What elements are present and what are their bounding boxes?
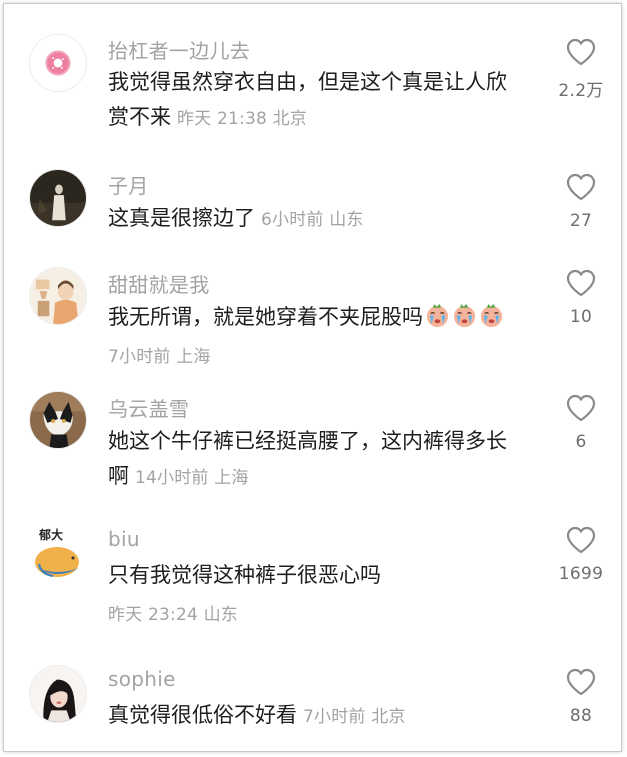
- comment-text-line: 赏不来 昨天 21:38 北京: [108, 100, 548, 137]
- comment-text: 我无所谓，就是她穿着不夹屁股吗: [108, 300, 548, 335]
- heart-icon[interactable]: [566, 38, 596, 66]
- comment-text: 她这个牛仔裤已经挺高腰了，这内裤得多长 啊 14小时前 上海: [108, 424, 548, 496]
- comment-meta: 6小时前 山东: [261, 210, 364, 230]
- like-count: 27: [569, 211, 593, 231]
- comment-text: 真觉得很低俗不好看 7小时前 北京: [108, 698, 548, 735]
- like-count: 6: [575, 432, 587, 452]
- portrait-avatar[interactable]: [29, 665, 87, 723]
- cartoon-avatar[interactable]: 郁大: [29, 524, 87, 582]
- like-button[interactable]: 88: [551, 668, 611, 726]
- comment-text-line: 我觉得虽然穿衣自由，但是这个真是让人欣: [108, 70, 507, 94]
- comment-text-line: 真觉得很低俗不好看: [108, 703, 297, 727]
- comment-meta: 14小时前 上海: [135, 468, 249, 488]
- like-count: 88: [569, 706, 593, 726]
- comment-text-line: 啊 14小时前 上海: [108, 459, 548, 496]
- username[interactable]: 抬杠者一边儿去: [108, 35, 250, 64]
- username[interactable]: 甜甜就是我: [108, 269, 210, 298]
- heart-icon[interactable]: [566, 526, 596, 554]
- dark-photo-avatar[interactable]: [29, 169, 87, 227]
- heart-icon[interactable]: [566, 394, 596, 422]
- crying-face-emoji-icon: [426, 303, 449, 328]
- username[interactable]: 乌云盖雪: [108, 393, 189, 422]
- comment-meta: 昨天 23:24 山东: [108, 605, 238, 625]
- like-count: 1699: [558, 564, 604, 584]
- comment-text: 我觉得虽然穿衣自由，但是这个真是让人欣 赏不来 昨天 21:38 北京: [108, 65, 548, 137]
- comment-meta: 昨天 21:38 北京: [177, 109, 307, 129]
- comment-meta: 7小时前 北京: [303, 707, 406, 727]
- comment-meta: 7小时前 上海: [108, 347, 211, 367]
- donut-avatar[interactable]: [29, 34, 87, 92]
- cat-avatar[interactable]: [29, 391, 87, 449]
- like-count: 10: [569, 307, 593, 327]
- username[interactable]: 子月: [108, 170, 149, 199]
- heart-icon[interactable]: [566, 269, 596, 297]
- like-button[interactable]: 6: [551, 394, 611, 452]
- illustration-avatar[interactable]: [29, 267, 87, 325]
- comment-text-tail: 啊: [108, 464, 129, 488]
- comment-text-line: 这真是很擦边了: [108, 206, 255, 230]
- heart-icon[interactable]: [566, 668, 596, 696]
- username[interactable]: sophie: [108, 667, 176, 691]
- comment-list: 抬杠者一边儿去 我觉得虽然穿衣自由，但是这个真是让人欣 赏不来 昨天 21:38 …: [3, 3, 622, 752]
- like-button[interactable]: 10: [551, 269, 611, 327]
- like-count: 2.2万: [558, 81, 604, 101]
- comment-text-line: 她这个牛仔裤已经挺高腰了，这内裤得多长: [108, 429, 507, 453]
- username[interactable]: biu: [108, 527, 140, 551]
- comment-text: 只有我觉得这种裤子很恶心吗: [108, 558, 548, 593]
- heart-icon[interactable]: [566, 173, 596, 201]
- comment-text-tail: 赏不来: [108, 105, 171, 129]
- like-button[interactable]: 2.2万: [551, 38, 611, 101]
- crying-face-emoji-icon: [480, 303, 503, 328]
- like-button[interactable]: 1699: [551, 526, 611, 584]
- like-button[interactable]: 27: [551, 173, 611, 231]
- avatar-label: 郁大: [39, 528, 64, 542]
- comment-text-line: 只有我觉得这种裤子很恶心吗: [108, 563, 381, 587]
- comment-text-line: 我无所谓，就是她穿着不夹屁股吗: [108, 305, 423, 329]
- comment-text: 这真是很擦边了 6小时前 山东: [108, 201, 548, 238]
- crying-face-emoji-icon: [453, 303, 476, 328]
